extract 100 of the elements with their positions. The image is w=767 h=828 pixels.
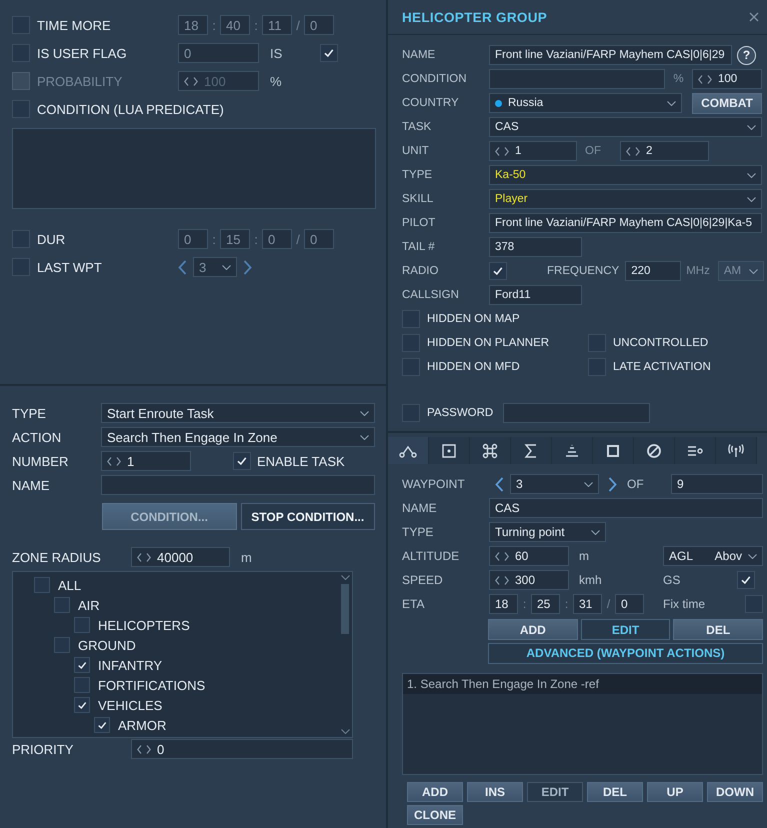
time-field[interactable]: 0 <box>304 15 334 35</box>
time-field[interactable]: 15 <box>220 229 250 249</box>
next-icon[interactable] <box>608 476 617 492</box>
dropdown[interactable]: Search Then Engage In Zone <box>101 427 375 447</box>
scrollbar[interactable] <box>340 575 350 734</box>
checkbox[interactable] <box>737 571 755 589</box>
tree-item-label[interactable]: ARMOR <box>118 718 166 732</box>
tab[interactable] <box>511 437 552 464</box>
text-field[interactable] <box>489 69 665 89</box>
tab[interactable] <box>470 437 511 464</box>
number-spinner[interactable]: 2 <box>620 141 709 161</box>
text-field[interactable]: Front line Vaziani/FARP Mayhem CAS|0|6|29|Ka-5 <box>489 213 762 233</box>
time-field[interactable]: 0 <box>304 229 334 249</box>
time-field[interactable]: 40 <box>220 15 250 35</box>
checkbox[interactable] <box>12 100 30 118</box>
next-icon[interactable] <box>243 260 252 274</box>
tab[interactable] <box>675 437 716 464</box>
text-field[interactable]: Ford11 <box>489 285 582 305</box>
text-field[interactable]: CAS <box>489 498 763 518</box>
waypoint-button[interactable]: ADD <box>488 619 578 640</box>
checkbox[interactable] <box>12 258 30 276</box>
close-icon[interactable] <box>749 12 759 22</box>
text-field[interactable]: 220 <box>625 261 682 281</box>
dropdown[interactable]: Russia <box>489 93 682 113</box>
script-text-area[interactable] <box>12 128 376 209</box>
checkbox[interactable] <box>12 16 30 34</box>
time-field[interactable]: 18 <box>178 15 208 35</box>
checkbox[interactable] <box>12 44 30 62</box>
text-field[interactable]: 9 <box>671 474 763 494</box>
tree-item-label[interactable]: HELICOPTERS <box>98 618 190 632</box>
tab[interactable] <box>593 437 634 464</box>
checkbox[interactable] <box>233 452 251 470</box>
action-button[interactable]: INS <box>467 782 523 802</box>
checkbox[interactable] <box>402 334 420 352</box>
text-field[interactable] <box>503 403 650 423</box>
time-field[interactable]: 0 <box>615 594 644 614</box>
tree-item-label[interactable]: INFANTRY <box>98 658 162 672</box>
text-field[interactable] <box>101 475 375 495</box>
checkbox[interactable] <box>74 617 90 633</box>
tree-item-label[interactable]: GROUND <box>78 638 136 652</box>
condition-button[interactable]: STOP CONDITION... <box>240 503 375 530</box>
time-field[interactable]: 0 <box>178 229 208 249</box>
number-spinner[interactable]: 60 <box>489 546 569 566</box>
previous-icon[interactable] <box>495 476 504 492</box>
waypoint-button[interactable]: EDIT <box>580 619 670 640</box>
checkbox[interactable] <box>74 657 90 673</box>
time-field[interactable]: 11 <box>262 15 292 35</box>
waypoint-button[interactable]: DEL <box>673 619 764 640</box>
checkbox[interactable] <box>12 230 30 248</box>
checkbox[interactable] <box>94 717 110 733</box>
text-field[interactable]: Front line Vaziani/FARP Mayhem CAS|0|6|29 <box>489 45 732 65</box>
tab[interactable] <box>388 437 429 464</box>
action-button[interactable]: ADD <box>407 782 463 802</box>
time-field[interactable]: 0 <box>262 229 292 249</box>
text-field[interactable]: 378 <box>489 237 582 257</box>
checkbox[interactable] <box>54 637 70 653</box>
number-spinner[interactable]: 0 <box>131 739 353 759</box>
tab[interactable] <box>429 437 470 464</box>
advanced-button[interactable]: ADVANCED (WAYPOINT ACTIONS) <box>488 642 763 664</box>
tab[interactable] <box>716 437 757 464</box>
time-field[interactable]: 18 <box>489 594 518 614</box>
action-button[interactable]: CLONE <box>407 805 463 825</box>
dropdown[interactable]: 3 <box>193 257 237 277</box>
tree-item-label[interactable]: VEHICLES <box>98 698 162 712</box>
checkbox[interactable] <box>34 577 50 593</box>
combat-button[interactable]: COMBAT <box>692 92 762 114</box>
action-button[interactable]: DOWN <box>707 782 763 802</box>
checkbox[interactable] <box>745 595 763 613</box>
number-spinner[interactable]: 1 <box>101 451 191 471</box>
dropdown[interactable]: 3 <box>510 474 599 494</box>
tree-item-label[interactable]: ALL <box>58 578 82 592</box>
text-field[interactable]: 0 <box>178 43 259 63</box>
help-button[interactable]: ? <box>737 46 756 64</box>
dropdown[interactable]: CAS <box>489 117 762 137</box>
number-spinner[interactable]: 40000 <box>131 547 230 567</box>
checkbox[interactable] <box>74 697 90 713</box>
dropdown[interactable]: Turning point <box>489 522 606 542</box>
checkbox[interactable] <box>320 44 338 62</box>
checkbox[interactable] <box>74 677 90 693</box>
checkbox[interactable] <box>588 334 606 352</box>
number-spinner[interactable]: 1 <box>489 141 577 161</box>
number-spinner[interactable]: 300 <box>489 570 569 590</box>
list-item[interactable]: 1. Search Then Engage In Zone -ref <box>403 674 762 694</box>
checkbox[interactable] <box>402 310 420 328</box>
previous-icon[interactable] <box>178 260 187 274</box>
dropdown[interactable]: Start Enroute Task <box>101 403 375 423</box>
tree-item-label[interactable]: FORTIFICATIONS <box>98 678 206 692</box>
checkbox[interactable] <box>402 404 420 422</box>
checkbox[interactable] <box>54 597 70 613</box>
time-field[interactable]: 31 <box>573 594 602 614</box>
action-button[interactable]: EDIT <box>527 782 583 802</box>
dropdown[interactable]: AGL Abov <box>663 546 763 566</box>
dropdown[interactable]: Player <box>489 189 762 209</box>
tab[interactable] <box>552 437 593 464</box>
dropdown[interactable]: Ka-50 <box>489 165 762 185</box>
action-button[interactable]: DEL <box>587 782 643 802</box>
action-button[interactable]: UP <box>647 782 703 802</box>
time-field[interactable]: 25 <box>531 594 560 614</box>
checkbox[interactable] <box>489 262 507 280</box>
checkbox[interactable] <box>402 358 420 376</box>
